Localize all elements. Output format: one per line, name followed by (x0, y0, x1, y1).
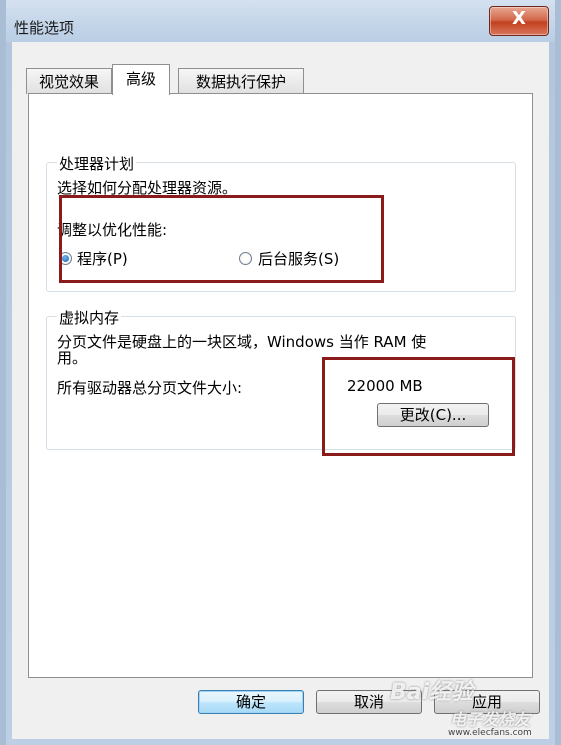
virtual-memory-legend: 虚拟内存 (57, 307, 122, 328)
ok-button[interactable]: 确定 (198, 690, 304, 714)
baidu-watermark-text: Bai (390, 680, 430, 705)
advanced-tab-panel: 处理器计划 选择如何分配处理器资源。 调整以优化性能: 程序(P) 后台服务(S… (28, 93, 533, 678)
window-title: 性能选项 (14, 19, 75, 37)
dialog-client-area: 视觉效果 高级 数据执行保护 处理器计划 选择如何分配处理器资源。 调整以优化性… (12, 42, 549, 739)
baidu-watermark: Bai经验 (390, 674, 473, 706)
paging-file-description: 分页文件是硬盘上的一块区域，Windows 当作 RAM 使 (57, 333, 427, 351)
baidu-watermark-suffix: 经验 (429, 680, 474, 705)
close-button[interactable]: X (489, 6, 549, 36)
processor-options-highlight (59, 195, 384, 283)
elecfans-url-watermark: www.elecfans.com (448, 728, 532, 738)
processor-scheduling-legend: 处理器计划 (57, 153, 137, 174)
performance-options-window: 性能选项 X 视觉效果 高级 数据执行保护 处理器计划 选择如何分配处理器资源。… (0, 0, 561, 745)
tab-data-execution-prevention[interactable]: 数据执行保护 (178, 68, 304, 94)
total-paging-size-label: 所有驱动器总分页文件大小: (57, 379, 243, 397)
title-bar[interactable]: 性能选项 X (6, 0, 555, 42)
elecfans-watermark: 电子发烧友 (450, 710, 531, 729)
tab-advanced[interactable]: 高级 (112, 64, 170, 95)
paging-size-highlight (322, 357, 515, 456)
close-icon: X (512, 8, 526, 29)
paging-file-description-cont: 用。 (57, 349, 88, 367)
tab-visual-effects[interactable]: 视觉效果 (26, 68, 112, 94)
